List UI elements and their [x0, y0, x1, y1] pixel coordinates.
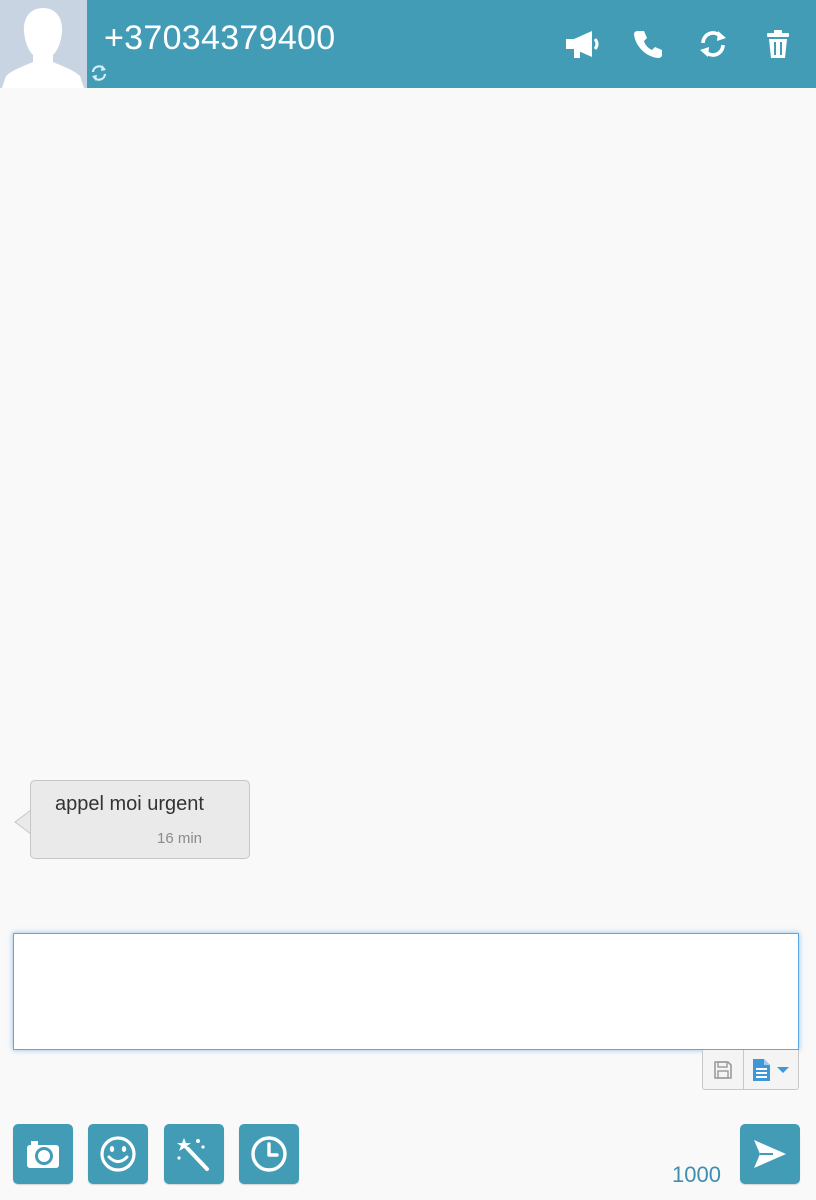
default-avatar-silhouette-icon [0, 0, 87, 88]
refresh-icon[interactable] [692, 22, 734, 66]
composer-tools [702, 1050, 799, 1090]
incoming-message-bubble: appel moi urgent 16 min [30, 780, 250, 859]
camera-button[interactable] [13, 1124, 73, 1184]
save-draft-button[interactable] [703, 1050, 745, 1089]
character-counter: 1000 [672, 1162, 721, 1187]
save-icon [714, 1060, 732, 1079]
contact-number: +37034379400 [104, 19, 336, 57]
schedule-button[interactable] [239, 1124, 299, 1184]
emoji-button[interactable] [88, 1124, 148, 1184]
conversation-header: +37034379400 [0, 0, 816, 88]
send-icon [754, 1140, 786, 1168]
message-text: appel moi urgent [55, 793, 204, 815]
sync-status-icon [89, 63, 109, 83]
trash-icon[interactable] [760, 22, 796, 66]
magic-wand-icon [177, 1138, 209, 1171]
template-dropdown-button[interactable] [744, 1050, 798, 1089]
message-input[interactable] [13, 933, 799, 1050]
avatar [0, 0, 87, 88]
megaphone-icon[interactable] [560, 22, 604, 66]
message-timestamp: 16 min [157, 830, 203, 847]
phone-icon[interactable] [628, 22, 668, 66]
smiley-icon [100, 1136, 136, 1172]
template-document-icon [753, 1058, 790, 1081]
magic-button[interactable] [164, 1124, 224, 1184]
camera-icon [27, 1141, 59, 1168]
clock-icon [251, 1136, 287, 1172]
send-button[interactable] [740, 1124, 800, 1184]
